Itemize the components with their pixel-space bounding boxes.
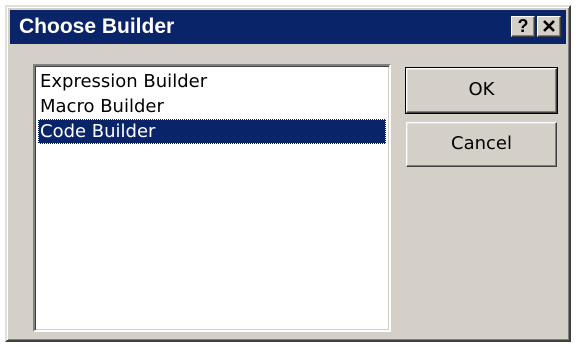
builder-listbox[interactable]: Expression Builder Macro Builder Code Bu… bbox=[33, 64, 391, 332]
cancel-button[interactable]: Cancel bbox=[406, 122, 557, 167]
close-button[interactable] bbox=[537, 16, 561, 37]
dialog-title: Choose Builder bbox=[19, 15, 175, 38]
list-item-code-builder[interactable]: Code Builder bbox=[38, 119, 386, 144]
title-bar[interactable]: Choose Builder ? bbox=[10, 10, 566, 44]
choose-builder-dialog: Choose Builder ? Expression Builder Macr… bbox=[5, 5, 571, 342]
ok-button[interactable]: OK bbox=[405, 67, 558, 114]
list-item-expression-builder[interactable]: Expression Builder bbox=[38, 69, 386, 94]
help-button[interactable]: ? bbox=[511, 16, 535, 37]
list-item-macro-builder[interactable]: Macro Builder bbox=[38, 94, 386, 119]
close-icon bbox=[543, 20, 555, 32]
